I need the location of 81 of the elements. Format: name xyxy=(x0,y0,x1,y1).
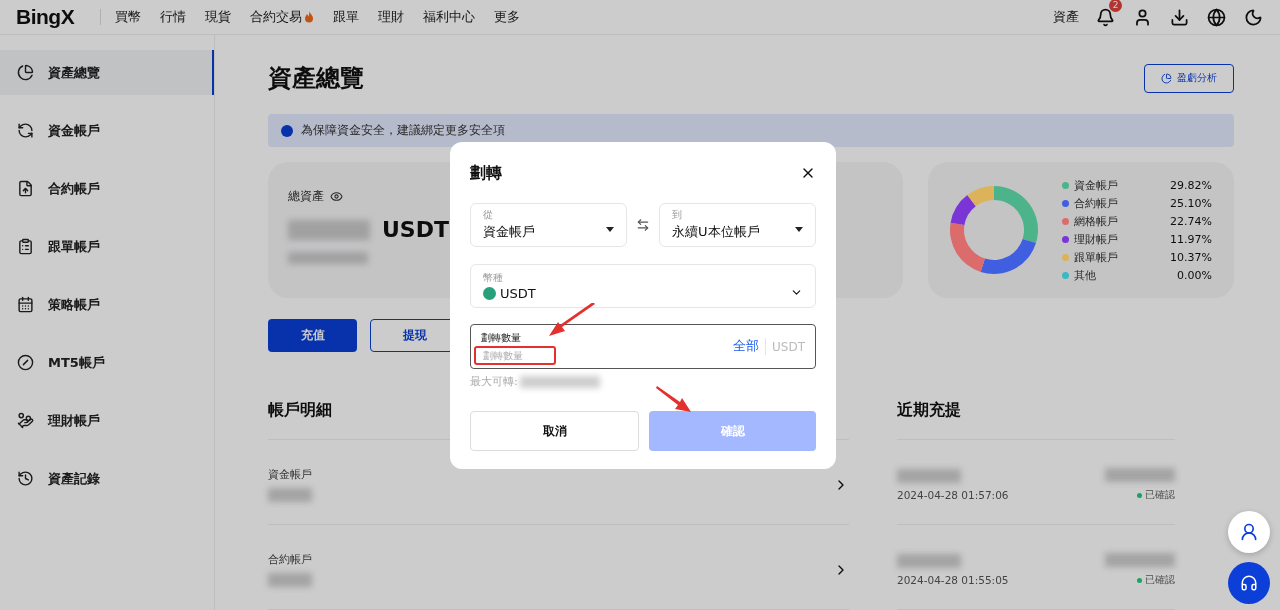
blurred-amount xyxy=(268,488,312,502)
sidebar-icon xyxy=(17,354,34,371)
logo[interactable]: BingX xyxy=(16,5,75,29)
sidebar-icon xyxy=(17,122,34,139)
sidebar-icon xyxy=(17,180,34,197)
legend-label: 跟單帳戶 xyxy=(1074,249,1118,265)
sidebar-item[interactable]: 資產總覽 xyxy=(0,50,214,95)
blurred-amount xyxy=(1105,553,1175,567)
legend-value: 29.82% xyxy=(1170,178,1212,192)
dialog-title: 劃轉 xyxy=(470,162,502,184)
banner-text: 為保障資金安全，建議綁定更多安全項 xyxy=(301,123,505,138)
account-row[interactable]: 合約帳戶 xyxy=(268,525,849,610)
to-select[interactable]: 到 永續U本位帳戶 xyxy=(659,203,816,247)
legend-label: 資金帳戶 xyxy=(1074,177,1118,193)
nav-link[interactable]: 福利中心 xyxy=(423,8,476,26)
sidebar-icon xyxy=(17,296,34,313)
legend-label: 合約帳戶 xyxy=(1074,195,1118,211)
amount-unit: USDT xyxy=(771,339,805,354)
all-link[interactable]: 全部 xyxy=(733,338,766,355)
transaction-status: 已確認 xyxy=(1137,488,1175,502)
nav-link[interactable]: 現貨 xyxy=(205,8,232,26)
blurred-amount xyxy=(268,573,312,587)
cancel-button[interactable]: 取消 xyxy=(470,411,639,451)
transaction-time: 2024-04-28 01:57:06 xyxy=(897,489,1009,501)
legend-value: 0.00% xyxy=(1177,268,1212,282)
swap-icon[interactable] xyxy=(636,218,650,232)
legend-label: 理財帳戶 xyxy=(1074,231,1118,247)
sidebar-icon xyxy=(17,470,34,487)
sidebar-icon xyxy=(17,412,34,429)
nav-link[interactable]: 更多 xyxy=(494,8,521,26)
transaction-time: 2024-04-28 01:55:05 xyxy=(897,574,1009,586)
sidebar-item[interactable]: 合約帳戶 xyxy=(0,166,214,211)
account-name: 合約帳戶 xyxy=(268,553,312,567)
legend-value: 22.74% xyxy=(1170,214,1212,228)
transaction-status: 已確認 xyxy=(1137,573,1175,587)
transaction-row[interactable]: 2024-04-28 01:57:06 已確認 xyxy=(897,440,1175,525)
info-icon xyxy=(281,124,293,137)
nav-link[interactable]: 買幣 xyxy=(115,8,142,26)
nav-link[interactable]: 行情 xyxy=(160,8,187,26)
nav-link[interactable]: 理財 xyxy=(378,8,405,26)
coin-icon xyxy=(483,286,496,300)
max-transfer-label: 最大可轉: xyxy=(470,375,518,389)
nav-link[interactable]: 合約交易 xyxy=(250,8,315,26)
transaction-row[interactable]: 2024-04-28 01:55:05 已確認 xyxy=(897,525,1175,610)
legend-label: 網格帳戶 xyxy=(1074,213,1118,229)
blurred-amount xyxy=(1105,468,1175,482)
headset-icon[interactable] xyxy=(1228,562,1270,604)
sidebar-icon xyxy=(17,64,34,81)
coin-select[interactable]: 幣種 USDT xyxy=(470,264,816,308)
blurred-amount xyxy=(897,469,961,483)
section-title: 近期充提 xyxy=(897,400,1175,440)
from-select[interactable]: 從 資金帳戶 xyxy=(470,203,627,247)
sidebar-icon xyxy=(17,238,34,255)
sidebar-item[interactable]: 資金帳戶 xyxy=(0,108,214,153)
arrow xyxy=(548,303,596,337)
arrow xyxy=(656,385,692,413)
deposit-button[interactable]: 充值 xyxy=(268,319,357,352)
pnl-analysis-button[interactable]: 盈虧分析 xyxy=(1144,63,1234,93)
legend-value: 25.10% xyxy=(1170,196,1212,210)
assets-link[interactable]: 資產 xyxy=(1053,8,1079,26)
legend-value: 10.37% xyxy=(1170,250,1212,264)
sidebar-item[interactable]: MT5帳戶 xyxy=(0,340,214,385)
page-title: 資產總覽 xyxy=(268,63,364,94)
legend-value: 11.97% xyxy=(1170,232,1212,246)
balance-currency: USDT xyxy=(382,217,449,242)
sidebar-item[interactable]: 理財帳戶 xyxy=(0,398,214,443)
pie-chart-icon xyxy=(1161,72,1172,84)
account-name: 資金帳戶 xyxy=(268,468,312,482)
sidebar-item[interactable]: 資產記錄 xyxy=(0,456,214,501)
blurred-amount xyxy=(897,554,961,568)
contact-icon[interactable] xyxy=(1228,511,1270,553)
eye-icon[interactable] xyxy=(330,190,343,203)
bell-icon[interactable] xyxy=(1095,6,1116,28)
sidebar-item[interactable]: 跟單帳戶 xyxy=(0,224,214,269)
amount-field[interactable]: 劃轉數量 劃轉數量 全部 USDT xyxy=(470,324,816,369)
legend-label: 其他 xyxy=(1074,267,1096,283)
sidebar-item[interactable]: 策略帳戶 xyxy=(0,282,214,327)
nav-link[interactable]: 跟單 xyxy=(333,8,360,26)
amount-label: 劃轉數量 xyxy=(481,332,522,345)
notification-badge: 2 xyxy=(1109,0,1122,12)
globe-icon[interactable] xyxy=(1206,6,1227,28)
